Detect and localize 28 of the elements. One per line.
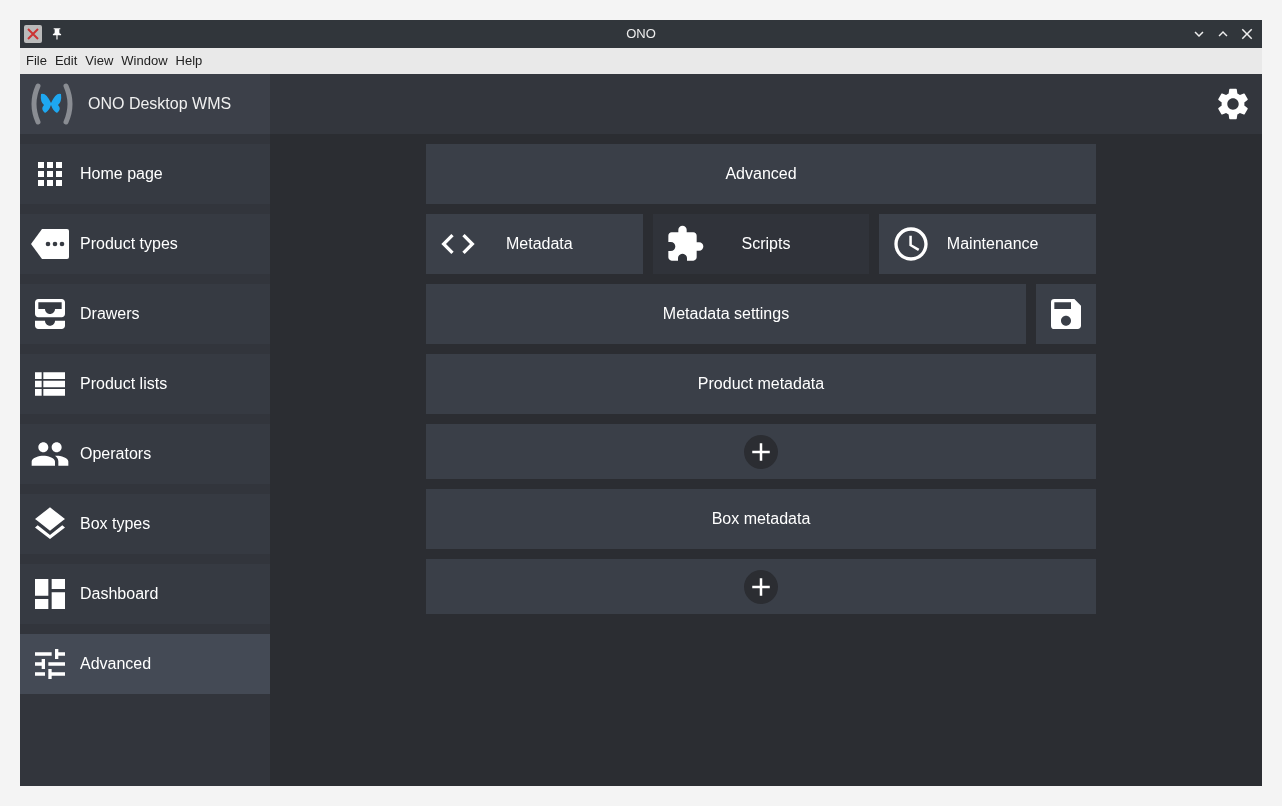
section-header: Advanced bbox=[426, 144, 1096, 204]
pin-icon[interactable] bbox=[50, 27, 64, 41]
sidebar-item[interactable]: Drawers bbox=[20, 284, 270, 344]
save-button[interactable] bbox=[1036, 284, 1096, 344]
section-header: Box metadata bbox=[426, 489, 1096, 549]
menu-item[interactable]: Window bbox=[117, 51, 172, 71]
app-title: ONO Desktop WMS bbox=[88, 94, 232, 114]
tab[interactable]: Scripts bbox=[652, 214, 870, 274]
settings-header: Metadata settings bbox=[426, 284, 1026, 344]
menu-item[interactable]: Edit bbox=[50, 51, 82, 71]
sidebar-item[interactable]: Operators bbox=[20, 424, 270, 484]
menu-item[interactable]: Help bbox=[171, 51, 207, 71]
add-button[interactable] bbox=[744, 434, 778, 469]
window-title: ONO bbox=[626, 25, 656, 44]
menu-item[interactable]: View bbox=[81, 51, 118, 71]
sidebar-item[interactable]: Advanced bbox=[20, 634, 270, 694]
tag-icon bbox=[30, 228, 70, 260]
tab[interactable]: Metadata bbox=[426, 214, 643, 274]
section-header: Product metadata bbox=[426, 354, 1096, 414]
sidebar-item[interactable]: Product lists bbox=[20, 354, 270, 414]
menu-item[interactable]: File bbox=[22, 51, 51, 71]
tab[interactable]: Maintenance bbox=[879, 214, 1096, 274]
sidebar-item[interactable]: Home page bbox=[20, 144, 270, 204]
sidebar-item[interactable]: Product types bbox=[20, 214, 270, 274]
sidebar-item[interactable]: Dashboard bbox=[20, 564, 270, 624]
add-button[interactable] bbox=[744, 569, 778, 604]
app-icon bbox=[24, 25, 42, 43]
sidebar-item[interactable]: Box types bbox=[20, 494, 270, 554]
